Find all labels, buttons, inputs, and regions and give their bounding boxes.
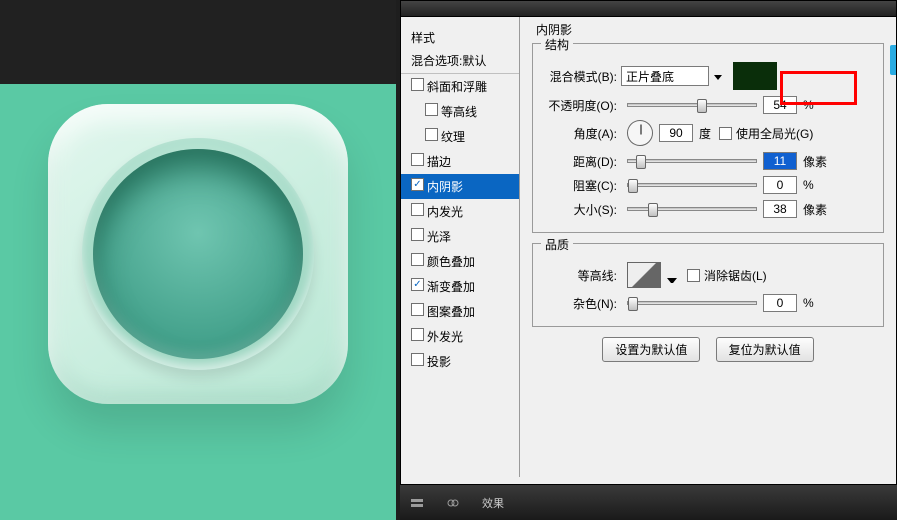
angle-input[interactable] (659, 124, 693, 142)
set-default-button[interactable]: 设置为默认值 (602, 337, 700, 362)
style-checkbox[interactable] (425, 128, 438, 141)
global-light-checkbox[interactable] (719, 127, 732, 140)
settings-panel: 内阴影 结构 混合模式(B): 正片叠底 不透明度(O): (520, 17, 896, 477)
distance-slider[interactable] (627, 159, 757, 163)
style-item-label: 渐变叠加 (427, 280, 475, 294)
angle-unit: 度 (699, 125, 711, 142)
style-item-label: 斜面和浮雕 (427, 80, 487, 94)
size-input[interactable] (763, 200, 797, 218)
style-checkbox[interactable] (425, 103, 438, 116)
style-item-label: 内发光 (427, 205, 463, 219)
distance-input[interactable] (763, 152, 797, 170)
style-item-4[interactable]: 内阴影 (401, 174, 519, 199)
link-icon[interactable] (446, 496, 460, 510)
style-checkbox[interactable] (411, 153, 424, 166)
style-item-2[interactable]: 纹理 (401, 124, 519, 149)
opacity-slider[interactable] (627, 103, 757, 107)
reset-default-button[interactable]: 复位为默认值 (716, 337, 814, 362)
blend-mode-value: 正片叠底 (626, 68, 674, 85)
antialias-checkbox[interactable] (687, 269, 700, 282)
style-item-0[interactable]: 斜面和浮雕 (401, 74, 519, 99)
structure-group: 结构 混合模式(B): 正片叠底 不透明度(O): % (532, 43, 884, 233)
style-item-label: 纹理 (441, 130, 465, 144)
bottom-status-bar: 效果 (400, 485, 897, 520)
style-checkbox[interactable] (411, 303, 424, 316)
size-unit: 像素 (803, 201, 827, 218)
styles-list-panel: 样式 混合选项:默认 斜面和浮雕等高线纹理描边内阴影内发光光泽颜色叠加渐变叠加图… (401, 17, 520, 477)
opacity-unit: % (803, 98, 814, 112)
layer-style-dialog: 样式 混合选项:默认 斜面和浮雕等高线纹理描边内阴影内发光光泽颜色叠加渐变叠加图… (400, 0, 897, 485)
style-checkbox[interactable] (411, 328, 424, 341)
style-item-6[interactable]: 光泽 (401, 224, 519, 249)
antialias-label: 消除锯齿(L) (704, 267, 767, 284)
icon-inner-circle (93, 149, 303, 359)
style-item-label: 图案叠加 (427, 305, 475, 319)
right-edge-accent (890, 45, 896, 75)
canvas-dark-top (0, 0, 396, 84)
style-item-label: 内阴影 (427, 180, 463, 194)
style-item-label: 外发光 (427, 330, 463, 344)
global-light-label: 使用全局光(G) (736, 125, 813, 142)
style-item-3[interactable]: 描边 (401, 149, 519, 174)
style-checkbox[interactable] (411, 178, 424, 191)
styles-header: 样式 (401, 25, 519, 48)
fx-label[interactable]: 效果 (482, 495, 504, 511)
style-item-8[interactable]: 渐变叠加 (401, 274, 519, 299)
style-checkbox[interactable] (411, 353, 424, 366)
contour-label: 等高线: (541, 267, 621, 284)
style-item-label: 等高线 (441, 105, 477, 119)
blend-mode-label: 混合模式(B): (541, 68, 621, 85)
quality-title: 品质 (541, 236, 573, 253)
blend-mode-select[interactable]: 正片叠底 (621, 66, 709, 86)
style-item-9[interactable]: 图案叠加 (401, 299, 519, 324)
quality-group: 品质 等高线: 消除锯齿(L) 杂色(N): % (532, 243, 884, 327)
distance-label: 距离(D): (541, 153, 621, 170)
blending-options-label: 混合选项:默认 (411, 54, 486, 68)
size-slider[interactable] (627, 207, 757, 211)
size-label: 大小(S): (541, 201, 621, 218)
noise-slider[interactable] (627, 301, 757, 305)
shadow-color-swatch[interactable] (733, 62, 777, 90)
style-item-label: 颜色叠加 (427, 255, 475, 269)
style-item-label: 投影 (427, 355, 451, 369)
choke-label: 阻塞(C): (541, 177, 621, 194)
style-item-1[interactable]: 等高线 (401, 99, 519, 124)
choke-unit: % (803, 178, 814, 192)
structure-title: 结构 (541, 36, 573, 53)
angle-dial[interactable] (627, 120, 653, 146)
style-checkbox[interactable] (411, 228, 424, 241)
opacity-input[interactable] (763, 96, 797, 114)
contour-picker[interactable] (627, 262, 661, 288)
style-item-5[interactable]: 内发光 (401, 199, 519, 224)
distance-unit: 像素 (803, 153, 827, 170)
opacity-label: 不透明度(O): (541, 97, 621, 114)
noise-unit: % (803, 296, 814, 310)
layers-icon[interactable] (410, 496, 424, 510)
style-item-label: 描边 (427, 155, 451, 169)
style-item-label: 光泽 (427, 230, 451, 244)
style-item-11[interactable]: 投影 (401, 349, 519, 374)
blending-options-item[interactable]: 混合选项:默认 (401, 48, 519, 74)
style-item-7[interactable]: 颜色叠加 (401, 249, 519, 274)
style-checkbox[interactable] (411, 203, 424, 216)
chevron-down-icon[interactable] (667, 268, 677, 283)
style-checkbox[interactable] (411, 253, 424, 266)
choke-input[interactable] (763, 176, 797, 194)
style-checkbox[interactable] (411, 278, 424, 291)
choke-slider[interactable] (627, 183, 757, 187)
icon-preview (48, 104, 348, 404)
noise-label: 杂色(N): (541, 295, 621, 312)
angle-label: 角度(A): (541, 125, 621, 142)
dialog-titlebar[interactable] (401, 1, 896, 17)
noise-input[interactable] (763, 294, 797, 312)
style-checkbox[interactable] (411, 78, 424, 91)
canvas-area (0, 0, 396, 520)
chevron-down-icon[interactable] (710, 67, 726, 87)
style-item-10[interactable]: 外发光 (401, 324, 519, 349)
